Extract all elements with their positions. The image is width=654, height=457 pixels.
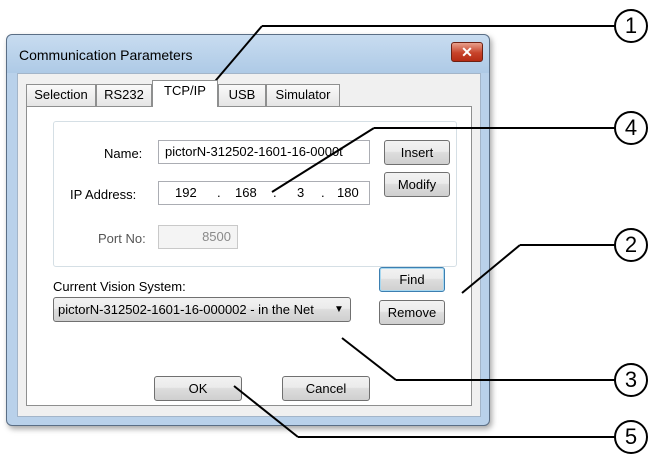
tab-tcpip[interactable]: TCP/IP: [152, 80, 218, 107]
leader-line-5: [233, 385, 299, 438]
leader-line-3: [341, 337, 397, 381]
callout-3: 3: [614, 363, 648, 397]
callout-1: 1: [614, 9, 648, 43]
leader-line-2: [461, 244, 521, 294]
tab-label: TCP/IP: [164, 83, 206, 98]
leader-line-4: [271, 127, 375, 193]
callout-leader-lines: [193, 25, 616, 438]
callout-4: 4: [614, 111, 648, 145]
callout-5: 5: [614, 420, 648, 454]
callout-2: 2: [614, 228, 648, 262]
